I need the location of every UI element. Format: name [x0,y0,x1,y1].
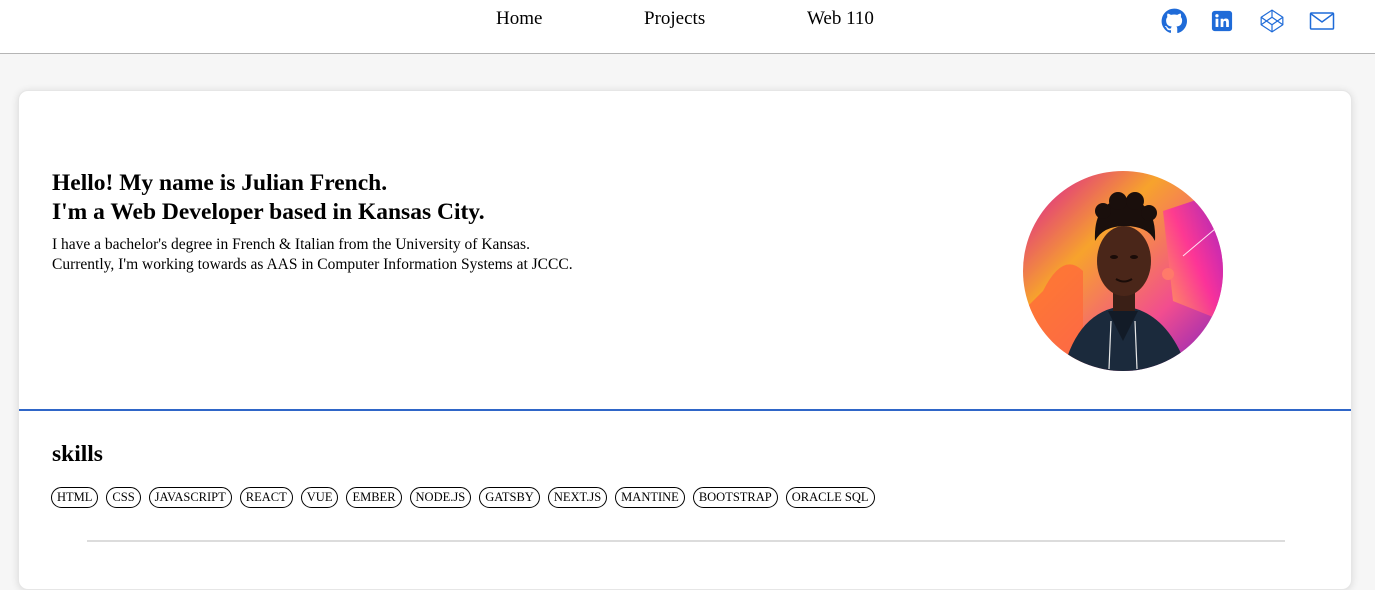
section-divider [87,540,1285,542]
skill-chip: CSS [106,487,141,508]
headline-line-2: I'm a Web Developer based in Kansas City… [52,199,485,225]
skill-chip: BOOTSTRAP [692,487,778,508]
skill-chip: REACT [239,487,293,508]
skill-chip: MANTINE [615,487,685,508]
skill-chip: GATSBY [479,487,540,508]
skills-title: skills [52,441,103,467]
skill-chip: EMBER [346,487,402,508]
skill-chip: ORACLE SQL [785,487,875,508]
hero-headline: Hello! My name is Julian French. I'm a W… [52,169,485,227]
bio-line-1: I have a bachelor's degree in French & I… [52,236,530,253]
nav-home-link[interactable]: Home [496,8,542,30]
hero-divider [19,409,1351,411]
skills-list: HTML CSS JAVASCRIPT REACT VUE EMBER NODE… [51,487,875,508]
github-icon[interactable] [1160,7,1188,35]
skill-chip: NODE.JS [409,487,472,508]
skill-chip: NEXT.JS [547,487,608,508]
nav-projects-link[interactable]: Projects [644,8,705,30]
skill-chip: HTML [51,487,99,508]
codepen-icon[interactable] [1258,7,1286,35]
mail-icon[interactable] [1308,7,1336,35]
bio-line-2: Currently, I'm working towards as AAS in… [52,256,573,273]
skill-chip: VUE [300,487,339,508]
hero-bio: I have a bachelor's degree in French & I… [52,235,573,275]
top-navbar: Home Projects Web 110 [0,0,1375,54]
profile-card: Hello! My name is Julian French. I'm a W… [18,90,1352,590]
nav-web110-link[interactable]: Web 110 [807,8,874,30]
avatar [1023,171,1223,371]
headline-line-1: Hello! My name is Julian French. [52,170,388,196]
skill-chip: JAVASCRIPT [148,487,232,508]
linkedin-icon[interactable] [1208,7,1236,35]
